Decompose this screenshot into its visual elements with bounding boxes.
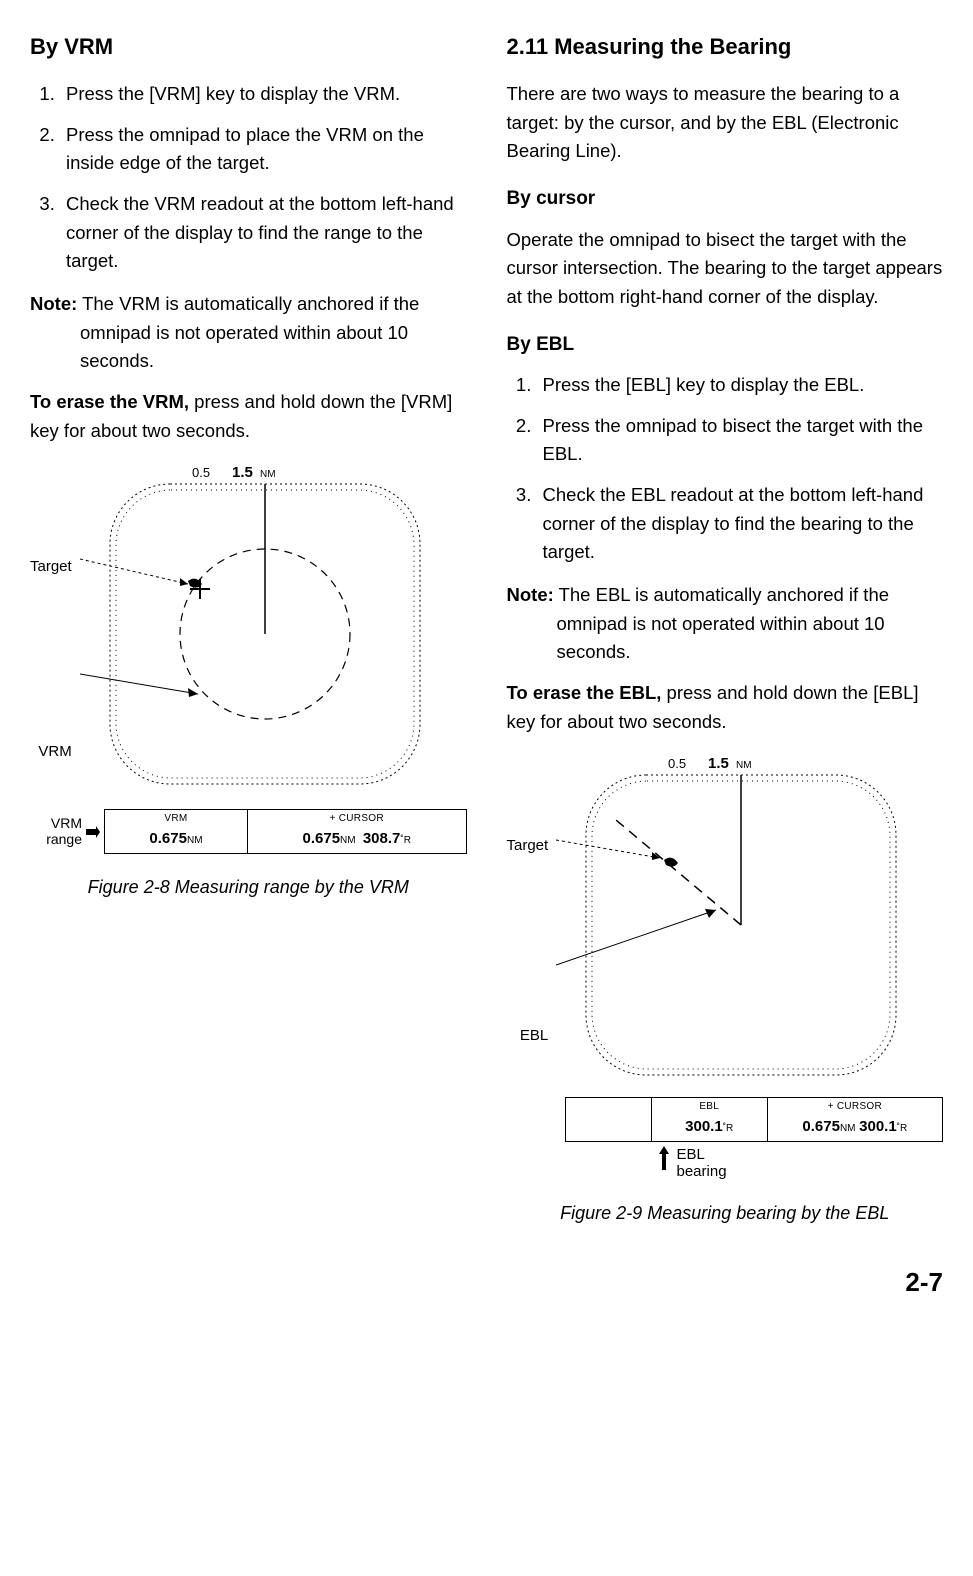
readout-cursor-brg: 308.7 (363, 830, 401, 847)
ebl-step-3: Check the EBL readout at the bottom left… (537, 481, 944, 567)
cursor-body: Operate the omnipad to bisect the target… (507, 226, 944, 312)
scale-big: 1.5 (708, 755, 729, 772)
readout-vrm-cell: VRM 0.675NM (105, 810, 248, 853)
readout-cursor-cell: + CURSOR 0.675NM 308.7˚R (248, 810, 466, 853)
note-body: The VRM is automatically anchored if the… (77, 293, 419, 371)
bearing-intro: There are two ways to measure the bearin… (507, 80, 944, 166)
readout-cursor-rng: 0.675 (802, 1118, 840, 1135)
label-target: Target (507, 834, 549, 857)
readout-cursor-brg: 300.1 (859, 1118, 897, 1135)
left-column: By VRM Press the [VRM] key to display th… (30, 30, 467, 1238)
label-vrm: VRM (38, 740, 71, 763)
subhead-by-ebl: By EBL (507, 330, 944, 359)
vrm-step-2: Press the omnipad to place the VRM on th… (60, 121, 467, 178)
vrm-steps: Press the [VRM] key to display the VRM. … (30, 80, 467, 276)
readout-blank-cell (566, 1098, 652, 1141)
figure-2-8: Target VRM 0.5 1.5 NM (30, 459, 467, 902)
ebl-erase: To erase the EBL, press and hold down th… (507, 679, 944, 736)
readout-cursor-rng-unit: NM (840, 1123, 856, 1134)
readout-cursor-header: + CURSOR (256, 811, 458, 827)
vrm-step-1: Press the [VRM] key to display the VRM. (60, 80, 467, 109)
readout-ebl-value: 300.1 (685, 1118, 723, 1135)
figure-2-8-caption: Figure 2-8 Measuring range by the VRM (30, 874, 467, 902)
ebl-steps: Press the [EBL] key to display the EBL. … (507, 371, 944, 567)
erase-label: To erase the EBL, (507, 682, 662, 703)
erase-label: To erase the VRM, (30, 391, 189, 412)
readout-cursor-brg-unit: ˚R (400, 835, 411, 846)
scale-big: 1.5 (232, 464, 253, 481)
note-label: Note: (507, 584, 554, 605)
label-ebl-bearing: EBL bearing (677, 1146, 727, 1181)
ebl-note: Note: The EBL is automatically anchored … (507, 581, 944, 667)
note-label: Note: (30, 293, 77, 314)
vrm-step-3: Check the VRM readout at the bottom left… (60, 190, 467, 276)
readout-vrm-header: VRM (113, 811, 239, 827)
readout-cursor-rng: 0.675 (303, 830, 341, 847)
readout-ebl-unit: ˚R (723, 1123, 734, 1134)
readout-cursor-rng-unit: NM (340, 835, 356, 846)
page-number: 2-7 (30, 1262, 943, 1302)
readout-vrm-unit: NM (187, 835, 203, 846)
scale-unit: NM (736, 760, 752, 771)
heading-measuring-bearing: 2.11 Measuring the Bearing (507, 30, 944, 64)
ebl-step-1: Press the [EBL] key to display the EBL. (537, 371, 944, 400)
vrm-erase: To erase the VRM, press and hold down th… (30, 388, 467, 445)
readout-cursor-header: + CURSOR (776, 1099, 934, 1115)
label-ebl: EBL (520, 1024, 548, 1047)
readout-cursor-brg-unit: ˚R (897, 1123, 908, 1134)
label-vrm-range: VRM range (30, 816, 82, 847)
vrm-note: Note: The VRM is automatically anchored … (30, 290, 467, 376)
scale-small: 0.5 (192, 465, 210, 480)
figure-2-9-caption: Figure 2-9 Measuring bearing by the EBL (507, 1200, 944, 1228)
readout-vrm-value: 0.675 (149, 830, 187, 847)
heading-by-vrm: By VRM (30, 30, 467, 64)
right-column: 2.11 Measuring the Bearing There are two… (507, 30, 944, 1238)
ebl-step-2: Press the omnipad to bisect the target w… (537, 412, 944, 469)
readout-ebl-header: EBL (660, 1099, 759, 1115)
arrow-icon (86, 825, 100, 839)
subhead-by-cursor: By cursor (507, 184, 944, 213)
figure-2-9: Target EBL 0.5 1.5 NM (507, 750, 944, 1228)
note-body: The EBL is automatically anchored if the… (554, 584, 889, 662)
ebl-radar-diagram: 0.5 1.5 NM (556, 750, 916, 1090)
vrm-radar-diagram: 0.5 1.5 NM (80, 459, 440, 799)
scale-small: 0.5 (668, 756, 686, 771)
label-target: Target (30, 555, 72, 578)
scale-unit: NM (260, 469, 276, 480)
readout-ebl-cell: EBL 300.1˚R (652, 1098, 768, 1141)
readout-cursor-cell: + CURSOR 0.675NM 300.1˚R (768, 1098, 942, 1141)
arrow-up-icon (657, 1146, 671, 1174)
